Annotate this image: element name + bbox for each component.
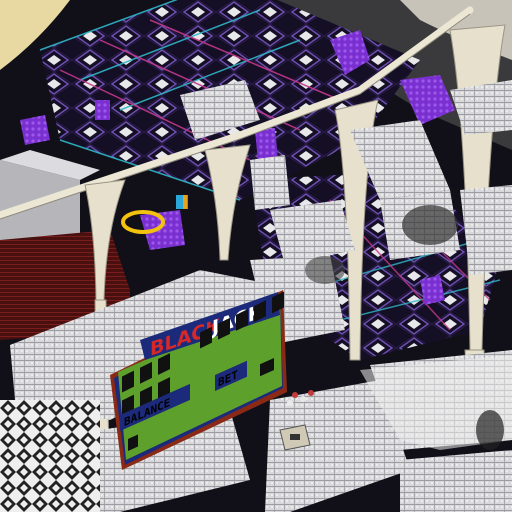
smoke-effect-2 (305, 256, 345, 284)
dark-patch (476, 410, 504, 450)
orange-block (183, 195, 187, 209)
checker-floor[interactable] (0, 400, 100, 512)
game-viewport[interactable]: BLACK JACK BALANCE BET (0, 0, 512, 512)
crate-slot (290, 434, 300, 440)
world-render: BLACK JACK BALANCE BET (0, 0, 512, 512)
smoke-effect (402, 205, 458, 245)
